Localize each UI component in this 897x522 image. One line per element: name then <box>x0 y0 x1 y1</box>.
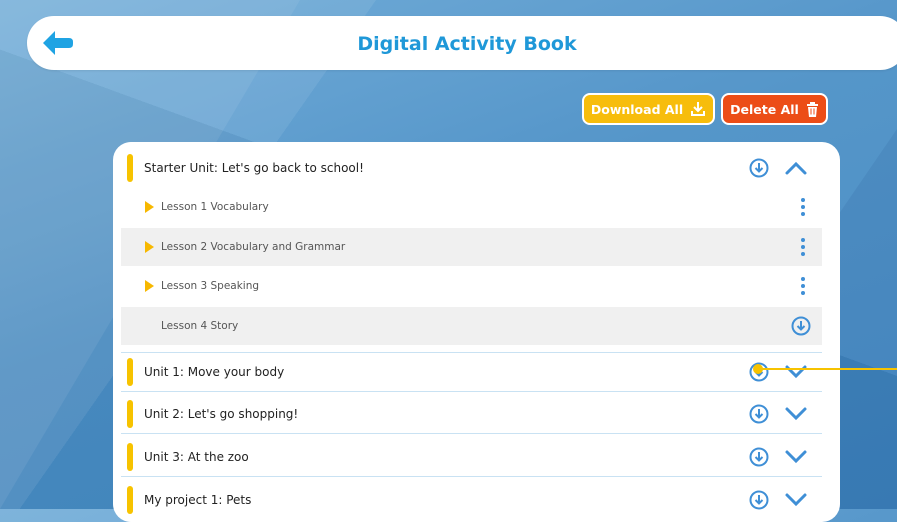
unit-label: Unit 2: Let's go shopping! <box>144 407 299 421</box>
unit-row[interactable]: Unit 3: At the zoo <box>121 438 822 477</box>
delete-all-button[interactable]: Delete All <box>721 93 828 125</box>
unit-accent-bar <box>127 400 133 428</box>
unit-accent-bar <box>127 154 133 182</box>
lesson-label: Lesson 4 Story <box>161 320 239 332</box>
download-circle-icon[interactable] <box>749 158 769 178</box>
chevron-up-icon[interactable] <box>784 160 808 176</box>
download-all-label: Download All <box>590 101 684 117</box>
lesson-label: Lesson 3 Speaking <box>161 280 260 292</box>
chevron-down-icon[interactable] <box>784 406 808 422</box>
unit-label: Unit 3: At the zoo <box>144 450 249 464</box>
unit-row[interactable]: Unit 2: Let's go shopping! <box>121 395 822 434</box>
unit-label: Unit 1: Move your body <box>144 365 285 379</box>
unit-label: My project 1: Pets <box>144 493 252 507</box>
header-bar: Digital Activity Book <box>27 16 897 70</box>
tutorial-pointer-line <box>757 368 897 370</box>
play-icon <box>145 201 154 213</box>
chevron-down-icon[interactable] <box>784 449 808 465</box>
lesson-row[interactable]: Lesson 2 Vocabulary and Grammar <box>121 228 822 266</box>
download-circle-icon[interactable] <box>749 490 769 510</box>
chevron-down-icon[interactable] <box>784 364 808 380</box>
play-icon <box>145 241 154 253</box>
download-circle-icon[interactable] <box>749 404 769 424</box>
lesson-row[interactable]: Lesson 3 Speaking <box>121 267 822 305</box>
page-title: Digital Activity Book <box>357 33 577 55</box>
more-options-icon[interactable] <box>800 197 806 217</box>
download-circle-icon[interactable] <box>791 316 811 336</box>
lesson-row[interactable]: Lesson 4 Story <box>121 307 822 345</box>
delete-all-label: Delete All <box>730 101 799 117</box>
unit-row[interactable]: Starter Unit: Let's go back to school! <box>121 149 822 187</box>
download-all-button[interactable]: Download All <box>582 93 715 125</box>
download-icon <box>691 102 706 116</box>
lesson-label: Lesson 1 Vocabulary <box>161 201 269 213</box>
trash-icon <box>806 101 818 117</box>
lesson-row[interactable]: Lesson 1 Vocabulary <box>121 188 822 226</box>
unit-accent-bar <box>127 486 133 514</box>
more-options-icon[interactable] <box>800 237 806 257</box>
lesson-label: Lesson 2 Vocabulary and Grammar <box>161 241 346 253</box>
unit-row[interactable]: My project 1: Pets <box>121 481 822 519</box>
unit-accent-bar <box>127 443 133 471</box>
unit-row[interactable]: Unit 1: Move your body <box>121 352 822 392</box>
play-icon <box>145 280 154 292</box>
download-circle-icon[interactable] <box>749 447 769 467</box>
unit-list-panel: Starter Unit: Let's go back to school! L… <box>113 142 840 522</box>
tutorial-pointer-dot <box>753 364 763 374</box>
unit-label: Starter Unit: Let's go back to school! <box>144 161 364 175</box>
unit-accent-bar <box>127 358 133 386</box>
chevron-down-icon[interactable] <box>784 492 808 508</box>
more-options-icon[interactable] <box>800 276 806 296</box>
